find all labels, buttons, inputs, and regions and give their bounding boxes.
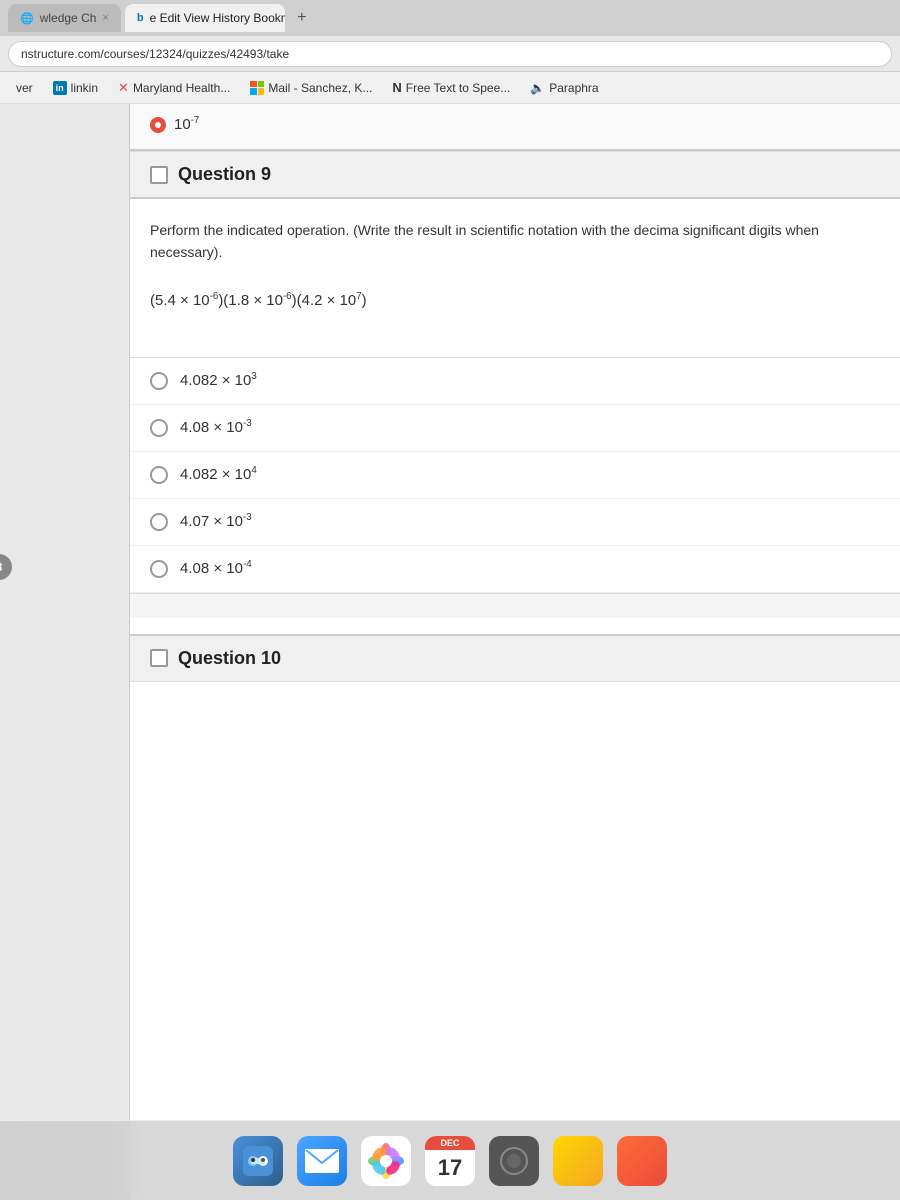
answer-option-4[interactable]: 4.07 × 10-3: [130, 499, 900, 546]
dock-item-redorange[interactable]: [614, 1133, 670, 1189]
dock-item-calendar[interactable]: DEC 17: [422, 1133, 478, 1189]
browser-chrome: 🌐 wledge Ch × b e Edit View History Book…: [0, 0, 900, 104]
dock-item-mail[interactable]: [294, 1133, 350, 1189]
calendar-month: DEC: [425, 1136, 475, 1150]
spacer: [130, 594, 900, 618]
bookmarks-bar: ver in linkin ✕ Maryland Health... Mail …: [0, 72, 900, 104]
tab-favicon: 🌐: [20, 12, 34, 25]
page-content: 8 10-7 Question 9 Perform the indicated …: [0, 104, 900, 1200]
bookmark-ver[interactable]: ver: [8, 79, 41, 97]
main-content: 10-7 Question 9 Perform the indicated op…: [130, 104, 900, 1200]
answer-text-4: 4.07 × 10-3: [180, 513, 252, 530]
bookmark-paraphra[interactable]: 🔈 Paraphra: [522, 79, 606, 97]
bookmark-maryland-label: Maryland Health...: [133, 81, 230, 95]
left-margin: 8: [0, 104, 130, 1200]
tab-active[interactable]: b e Edit View History Bookmarks ×: [125, 4, 285, 32]
dock-item-yellow[interactable]: [550, 1133, 606, 1189]
prev-answer-row: 10-7: [130, 104, 900, 151]
circle-icon: [489, 1136, 539, 1186]
answer-text-5: 4.08 × 10-4: [180, 560, 252, 577]
tab-label: wledge Ch: [40, 11, 97, 25]
answer-option-1[interactable]: 4.082 × 103: [130, 358, 900, 405]
bookmark-mail[interactable]: Mail - Sanchez, K...: [242, 79, 380, 97]
radio-btn-3[interactable]: [150, 466, 168, 484]
question-10-header: Question 10: [130, 634, 900, 682]
address-text: nstructure.com/courses/12324/quizzes/424…: [21, 47, 289, 61]
new-tab-button[interactable]: +: [289, 5, 315, 31]
question-9-checkbox[interactable]: [150, 166, 168, 184]
answer-options: 4.082 × 103 4.08 × 10-3 4.082 × 104 4.07…: [130, 357, 900, 593]
answer-text-2: 4.08 × 10-3: [180, 419, 252, 436]
calendar-date: 17: [425, 1150, 475, 1186]
yellow-app-icon: [553, 1136, 603, 1186]
tab-active-favicon: b: [137, 12, 144, 24]
question-9-header: Question 9: [130, 151, 900, 199]
prev-answer-radio: [150, 117, 166, 133]
photos-icon: [361, 1136, 411, 1186]
answer-text-1: 4.082 × 103: [180, 372, 257, 389]
tab-close-btn[interactable]: ×: [102, 12, 108, 24]
question-9-instruction: Perform the indicated operation. (Write …: [150, 219, 880, 264]
red-orange-app-icon: [617, 1136, 667, 1186]
answer-option-3[interactable]: 4.082 × 104: [130, 452, 900, 499]
bookmark-mail-label: Mail - Sanchez, K...: [268, 81, 372, 95]
radio-btn-2[interactable]: [150, 419, 168, 437]
answer-option-2[interactable]: 4.08 × 10-3: [130, 405, 900, 452]
question-9-block: Question 9 Perform the indicated operati…: [130, 151, 900, 594]
linkedin-icon: in: [53, 81, 67, 95]
calendar-icon: DEC 17: [425, 1136, 475, 1186]
radio-btn-1[interactable]: [150, 372, 168, 390]
tab-bar: 🌐 wledge Ch × b e Edit View History Book…: [0, 0, 900, 36]
bookmark-freetext-label: Free Text to Spee...: [406, 81, 511, 95]
answer-option-5[interactable]: 4.08 × 10-4: [130, 546, 900, 593]
question-10-checkbox[interactable]: [150, 649, 168, 667]
x-mark-icon: ✕: [118, 80, 129, 96]
math-expression: (5.4 × 10-6)(1.8 × 10-6)(4.2 × 107): [150, 284, 880, 317]
prev-answer-text: 10-7: [174, 116, 199, 133]
radio-btn-4[interactable]: [150, 513, 168, 531]
bookmark-paraphra-label: Paraphra: [549, 81, 598, 95]
bookmark-maryland[interactable]: ✕ Maryland Health...: [110, 78, 238, 98]
question-9-body: Perform the indicated operation. (Write …: [130, 199, 900, 357]
question-number-bubble: 8: [0, 554, 12, 580]
dock-item-circle[interactable]: [486, 1133, 542, 1189]
radio-btn-5[interactable]: [150, 560, 168, 578]
dock-item-photos[interactable]: [358, 1133, 414, 1189]
dock-item-finder[interactable]: [230, 1133, 286, 1189]
new-tab-icon: +: [297, 9, 306, 27]
bookmark-freetext[interactable]: N Free Text to Spee...: [384, 78, 518, 97]
answer-text-3: 4.082 × 104: [180, 466, 257, 483]
dock: DEC 17: [0, 1120, 900, 1200]
windows-icon: [250, 81, 264, 95]
bookmark-linkedin-label: linkin: [71, 81, 98, 95]
finder-icon: [233, 1136, 283, 1186]
address-bar-row: nstructure.com/courses/12324/quizzes/424…: [0, 36, 900, 72]
question-9-title: Question 9: [178, 164, 271, 185]
question-10-title: Question 10: [178, 648, 281, 669]
mail-envelope-icon: [305, 1149, 339, 1173]
mail-dock-icon: [297, 1136, 347, 1186]
n-icon: N: [392, 80, 401, 95]
bookmark-ver-label: ver: [16, 81, 33, 95]
speaker-icon: 🔈: [530, 81, 545, 95]
tab-inactive[interactable]: 🌐 wledge Ch ×: [8, 4, 121, 32]
tab-active-label: e Edit View History Bookmarks: [150, 11, 285, 25]
bookmark-linkedin[interactable]: in linkin: [45, 79, 106, 97]
address-bar[interactable]: nstructure.com/courses/12324/quizzes/424…: [8, 41, 892, 67]
